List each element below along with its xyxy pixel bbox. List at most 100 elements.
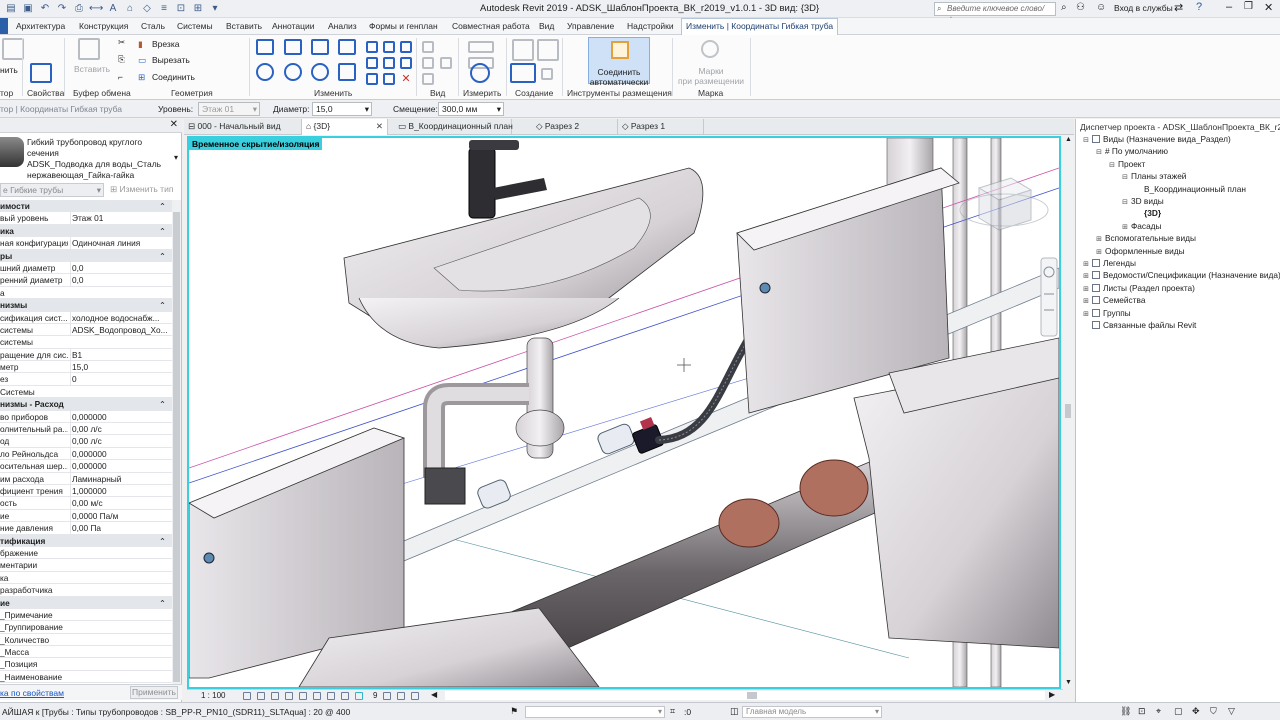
unpin-icon[interactable] [400,57,412,69]
save-icon[interactable]: ▣ [21,2,35,15]
tab-steel[interactable]: Сталь [141,21,165,31]
property-row[interactable]: ость 0,00 м/с [0,497,172,510]
match-icon[interactable]: ⌐ [118,72,123,82]
viewcube-icon[interactable] [959,177,1049,231]
faucet[interactable] [468,140,547,219]
visual-style-icon[interactable] [257,692,265,700]
collapse-icon[interactable]: ⊟ [1108,161,1116,169]
show-crop-icon[interactable] [327,692,335,700]
property-value[interactable]: 0,00 Па [70,522,172,534]
instance-type-filter[interactable]: е Гибкие трубы ▾ [0,183,104,197]
workset-select[interactable]: ▾ [525,706,665,718]
browser-node[interactable]: ⊟ Проект [1108,159,1145,169]
property-row[interactable]: ренний диаметр 0,0 [0,274,172,287]
subscription-icon[interactable]: ⚇ [1076,2,1085,13]
text-icon[interactable]: A [106,2,120,15]
level-select[interactable]: Этаж 01 ▾ [198,102,260,116]
cope-label[interactable]: Врезка [152,39,179,49]
property-row[interactable]: ло Рейнольдса 0,000000 [0,447,172,461]
redo-icon[interactable]: ↷ [55,2,69,15]
copy-element-icon[interactable] [284,63,302,81]
expand-icon[interactable]: ⊞ [1082,297,1090,305]
properties-scrollbar[interactable] [172,200,181,690]
property-row[interactable]: ие 0,0000 Па/м [0,509,172,523]
login-menu[interactable]: Вход в службы [1114,3,1173,13]
tab-section-1[interactable]: ◇ Разрез 1 [618,119,704,135]
property-value[interactable]: В1 [70,348,172,361]
analysis-icon[interactable] [397,692,405,700]
trim-multiple-icon[interactable] [383,73,395,85]
undo-icon[interactable]: ↶ [38,2,52,15]
pipe-coupling[interactable] [718,498,780,548]
tab-coordination-plan[interactable]: ▭ В_Координационный план [394,119,513,135]
expand-icon[interactable]: ⊞ [1121,223,1129,231]
type-selector-dropdown-icon[interactable]: ▾ [174,153,178,162]
property-row[interactable]: сификация сист... холодное водоснабж... [0,311,172,324]
property-row[interactable]: ная конфигурация Одиночная линия [0,237,172,250]
3d-view-icon[interactable]: ⌂ [123,2,137,15]
property-row[interactable]: _Примечание [0,609,172,622]
tab-modify-flex-pipe[interactable]: Изменить | Координаты Гибкая труба [681,18,839,35]
collapse-icon[interactable]: ⊟ [1121,198,1129,206]
property-group-header[interactable]: ика ⌃ [0,224,172,238]
search-input[interactable]: ⌕ Введите ключевое слово/фразу [934,2,1056,25]
tab-start-view[interactable]: ⊟ 000 - Начальный вид [184,119,302,135]
measure-circle-icon[interactable] [470,63,490,83]
property-row[interactable]: во приборов 0,000000 [0,410,172,424]
property-value[interactable]: 15,0 [70,361,172,373]
pipe-tee[interactable] [799,459,869,517]
temporary-hide-icon[interactable] [355,692,363,700]
align-icon[interactable] [256,39,274,55]
expand-icon[interactable]: ⊞ [1082,260,1090,268]
browser-node[interactable]: ⊟ Виды (Назначение вида_Раздел) [1082,134,1231,144]
scroll-up-icon[interactable]: ▲ [1065,136,1072,143]
create-similar-icon[interactable] [512,39,534,61]
tab-insert[interactable]: Вставить [226,21,262,31]
sun-path-icon[interactable] [271,692,279,700]
property-value[interactable]: холодное водоснабж... [70,311,172,323]
navigation-bar[interactable] [1040,257,1058,337]
collapse-chevron-icon[interactable]: ⌃ [159,200,166,211]
property-row[interactable]: осительная шер... 0,000000 [0,460,172,473]
browser-node[interactable]: ⊟ # По умолчанию [1095,146,1168,156]
lock-view-icon[interactable] [341,692,349,700]
3d-viewport[interactable]: Временное скрытие/изоляция [187,136,1061,689]
property-group-header[interactable]: ие ⌃ [0,596,172,609]
collapse-chevron-icon[interactable]: ⌃ [159,225,166,236]
linework-icon[interactable] [422,73,434,85]
property-row[interactable]: ние давления 0,00 Па [0,522,172,535]
collapse-icon[interactable]: ⊟ [1095,148,1103,156]
offset-icon[interactable] [284,39,302,55]
property-group-header[interactable]: низмы - Расход ⌃ [0,398,172,411]
cope-icon[interactable]: ▮ [138,39,143,50]
create-parts-icon[interactable] [541,68,553,80]
switch-windows-icon[interactable]: ⊞ [191,2,205,15]
tab-collaborate[interactable]: Совместная работа [452,21,530,31]
rotate-icon[interactable] [311,63,329,81]
property-value[interactable]: 0,000000 [70,410,172,422]
property-row[interactable]: ращение для сис... В1 [0,348,172,362]
section-icon[interactable]: ◇ [140,2,154,15]
property-row[interactable]: ка [0,572,172,585]
select-pinned-icon[interactable]: ⌖ [1156,706,1161,717]
drag-elements-icon[interactable]: ✥ [1192,706,1200,717]
collapse-icon[interactable]: ⊟ [1121,173,1129,181]
visibility-icon[interactable] [440,57,452,69]
property-row[interactable]: _Наименование [0,671,172,684]
property-group-header[interactable]: имости ⌃ [0,200,172,213]
hide-view-icon[interactable] [422,41,434,53]
browser-node[interactable]: {3D} [1134,208,1161,218]
browser-node[interactable]: ⊞ Семейства [1082,295,1145,305]
property-row[interactable]: _Группирование [0,621,172,634]
property-row[interactable]: шний диаметр 0,0 [0,261,172,275]
property-row[interactable]: фициент трения 1,000000 [0,484,172,498]
property-value[interactable]: Одиночная линия [70,237,172,249]
browser-node[interactable]: ⊞ Фасады [1121,221,1161,231]
offset-select[interactable]: 300,0 мм ▾ [438,102,504,116]
property-group-header[interactable]: тификация ⌃ [0,534,172,547]
property-row[interactable]: вый уровень Этаж 01 [0,212,172,225]
property-row[interactable]: ментарии [0,559,172,572]
join-icon[interactable]: ⊞ [138,72,145,83]
browser-node[interactable]: Связанные файлы Revit [1082,320,1196,330]
worksets-icon[interactable]: ⚑ [510,706,518,717]
